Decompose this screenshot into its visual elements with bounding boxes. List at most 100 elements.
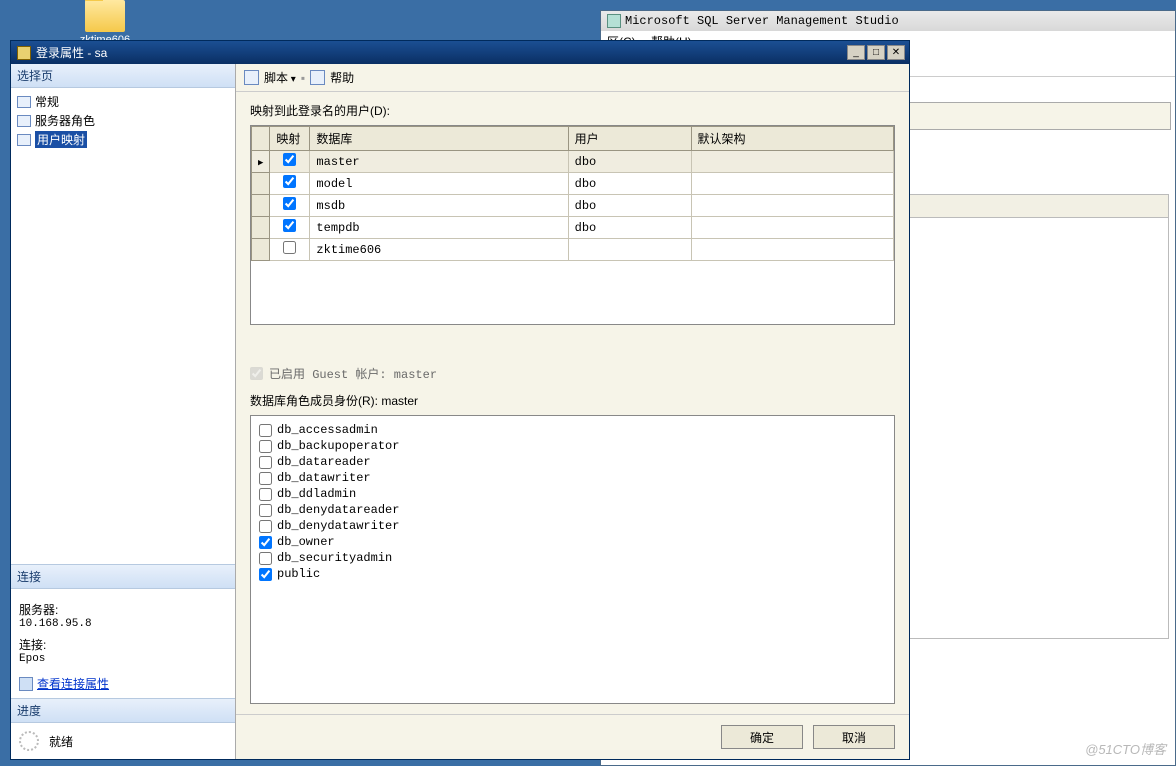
col-map[interactable]: 映射 — [270, 127, 310, 151]
database-cell[interactable]: zktime606 — [310, 239, 568, 261]
user-cell[interactable]: dbo — [568, 195, 691, 217]
map-checkbox[interactable] — [283, 219, 296, 232]
map-checkbox[interactable] — [283, 153, 296, 166]
progress-status: 就绪 — [49, 733, 73, 750]
table-row[interactable]: tempdbdbo — [252, 217, 894, 239]
server-value: 10.168.95.8 — [19, 618, 227, 630]
map-checkbox-cell[interactable] — [270, 239, 310, 261]
login-properties-dialog: 登录属性 - sa _ □ ✕ 选择页 常规 服务器角色 用户映射 连接 服务器… — [10, 40, 910, 760]
col-default-schema[interactable]: 默认架构 — [691, 127, 894, 151]
database-cell[interactable]: tempdb — [310, 217, 568, 239]
role-name: db_securityadmin — [277, 551, 392, 565]
row-header — [252, 195, 270, 217]
role-checkbox[interactable] — [259, 504, 272, 517]
schema-cell[interactable] — [691, 151, 894, 173]
roles-list[interactable]: db_accessadmin db_backupoperatordb_datare… — [250, 415, 895, 704]
col-database[interactable]: 数据库 — [310, 127, 568, 151]
map-checkbox-cell[interactable] — [270, 217, 310, 239]
role-item[interactable]: public — [259, 566, 886, 582]
role-item[interactable]: db_datareader — [259, 454, 886, 470]
properties-icon — [19, 677, 33, 691]
role-item[interactable]: db_denydatawriter — [259, 518, 886, 534]
user-cell[interactable]: dbo — [568, 173, 691, 195]
page-icon — [17, 96, 31, 108]
role-checkbox[interactable] — [259, 456, 272, 469]
help-button[interactable]: 帮助 — [330, 69, 354, 86]
role-checkbox[interactable] — [259, 472, 272, 485]
roles-label: 数据库角色成员身份(R): master — [250, 392, 895, 409]
role-item[interactable]: db_owner — [259, 534, 886, 550]
role-name: db_ddladmin — [277, 487, 356, 501]
map-checkbox-cell[interactable] — [270, 151, 310, 173]
database-cell[interactable]: msdb — [310, 195, 568, 217]
role-checkbox[interactable] — [259, 568, 272, 581]
server-label: 服务器: — [19, 601, 227, 618]
col-user[interactable]: 用户 — [568, 127, 691, 151]
view-connection-props[interactable]: 查看连接属性 — [19, 675, 227, 692]
map-checkbox-cell[interactable] — [270, 195, 310, 217]
role-item[interactable]: db_backupoperator — [259, 438, 886, 454]
page-general[interactable]: 常规 — [15, 92, 231, 111]
role-item[interactable]: db_denydatareader — [259, 502, 886, 518]
role-name: public — [277, 567, 320, 581]
connection-header: 连接 — [11, 564, 235, 589]
guest-enabled: 已启用 Guest 帐户: master — [250, 365, 895, 382]
role-checkbox[interactable] — [259, 488, 272, 501]
schema-cell[interactable] — [691, 195, 894, 217]
role-item[interactable]: db_securityadmin — [259, 550, 886, 566]
role-checkbox[interactable] — [259, 440, 272, 453]
role-name: db_accessadmin — [277, 423, 378, 437]
table-row[interactable]: masterdbo — [252, 151, 894, 173]
watermark: @51CTO博客 — [1085, 739, 1166, 758]
row-header — [252, 239, 270, 261]
ok-button[interactable]: 确定 — [721, 725, 803, 749]
cancel-button[interactable]: 取消 — [813, 725, 895, 749]
mapping-grid[interactable]: 映射 数据库 用户 默认架构 masterdbomodeldbomsdbdbot… — [251, 126, 894, 261]
help-icon — [310, 70, 325, 85]
script-button[interactable]: 脚本 — [264, 69, 296, 86]
progress-section: 就绪 — [11, 723, 235, 759]
user-cell[interactable]: dbo — [568, 217, 691, 239]
role-checkbox[interactable] — [259, 520, 272, 533]
page-icon — [17, 115, 31, 127]
role-item[interactable]: db_accessadmin — [259, 422, 886, 438]
conn-value: Epos — [19, 653, 227, 665]
role-item[interactable]: db_ddladmin — [259, 486, 886, 502]
page-user-mapping[interactable]: 用户映射 — [15, 130, 231, 149]
table-row[interactable]: modeldbo — [252, 173, 894, 195]
role-name: db_denydatawriter — [277, 519, 399, 533]
maximize-button[interactable]: □ — [867, 45, 885, 60]
map-checkbox[interactable] — [283, 241, 296, 254]
dialog-titlebar[interactable]: 登录属性 - sa _ □ ✕ — [11, 41, 909, 64]
user-cell[interactable] — [568, 239, 691, 261]
map-checkbox-cell[interactable] — [270, 173, 310, 195]
script-icon — [244, 70, 259, 85]
table-row[interactable]: zktime606 — [252, 239, 894, 261]
mapping-label: 映射到此登录名的用户(D): — [250, 102, 895, 119]
database-cell[interactable]: master — [310, 151, 568, 173]
select-page-header: 选择页 — [11, 64, 235, 88]
user-cell[interactable]: dbo — [568, 151, 691, 173]
schema-cell[interactable] — [691, 239, 894, 261]
page-icon — [17, 134, 31, 146]
role-name: db_denydatareader — [277, 503, 399, 517]
minimize-button[interactable]: _ — [847, 45, 865, 60]
page-server-roles[interactable]: 服务器角色 — [15, 111, 231, 130]
schema-cell[interactable] — [691, 173, 894, 195]
conn-label: 连接: — [19, 636, 227, 653]
database-cell[interactable]: model — [310, 173, 568, 195]
role-checkbox[interactable] — [259, 424, 272, 437]
close-button[interactable]: ✕ — [887, 45, 905, 60]
map-checkbox[interactable] — [283, 175, 296, 188]
row-header — [252, 217, 270, 239]
table-row[interactable]: msdbdbo — [252, 195, 894, 217]
schema-cell[interactable] — [691, 217, 894, 239]
role-checkbox[interactable] — [259, 536, 272, 549]
page-tree: 常规 服务器角色 用户映射 — [11, 88, 235, 153]
role-item[interactable]: db_datawriter — [259, 470, 886, 486]
role-checkbox[interactable] — [259, 552, 272, 565]
ssms-app-icon — [607, 14, 621, 28]
map-checkbox[interactable] — [283, 197, 296, 210]
role-name: db_backupoperator — [277, 439, 399, 453]
connection-info: 服务器: 10.168.95.8 连接: Epos 查看连接属性 — [11, 589, 235, 698]
